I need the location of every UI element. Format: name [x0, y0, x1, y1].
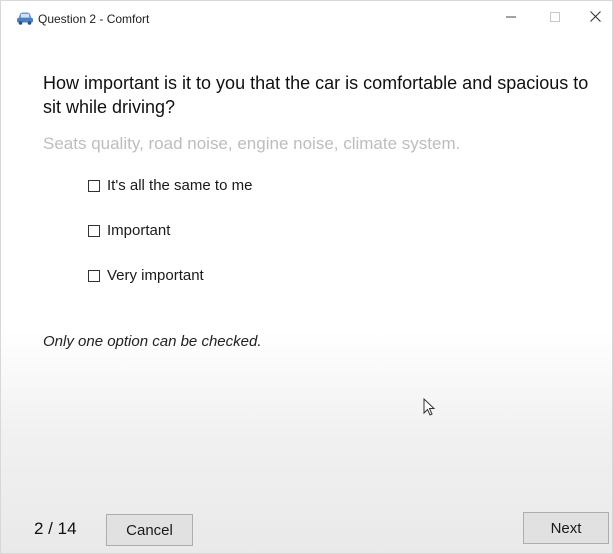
close-icon: [589, 9, 601, 27]
instruction-note: Only one option can be checked.: [43, 333, 262, 350]
car-icon: [16, 11, 34, 25]
title-bar[interactable]: Question 2 - Comfort: [1, 1, 612, 35]
question-dialog-window: Question 2 - Comfort How important is it…: [0, 0, 613, 554]
checkbox[interactable]: [88, 179, 100, 192]
minimize-icon: [506, 9, 516, 27]
option-very-important[interactable]: Very important: [88, 265, 204, 285]
maximize-icon: [550, 9, 560, 27]
next-button[interactable]: Next: [523, 512, 609, 544]
option-label: Important: [107, 221, 171, 239]
cancel-button[interactable]: Cancel: [106, 514, 193, 546]
close-button[interactable]: [575, 1, 612, 35]
option-important[interactable]: Important: [88, 220, 170, 240]
minimize-button[interactable]: [491, 1, 531, 35]
window-title: Question 2 - Comfort: [38, 12, 150, 26]
question-text: How important is it to you that the car …: [43, 73, 589, 117]
option-label: Very important: [107, 266, 204, 284]
checkbox[interactable]: [88, 224, 100, 237]
option-all-the-same[interactable]: It's all the same to me: [88, 175, 252, 195]
checkbox[interactable]: [88, 269, 100, 282]
question-progress: 2 / 14: [34, 519, 77, 538]
option-label: It's all the same to me: [107, 176, 253, 194]
question-hint: Seats quality, road noise, engine noise,…: [43, 134, 461, 153]
maximize-button[interactable]: [535, 1, 575, 35]
mouse-cursor-icon: [423, 397, 437, 418]
